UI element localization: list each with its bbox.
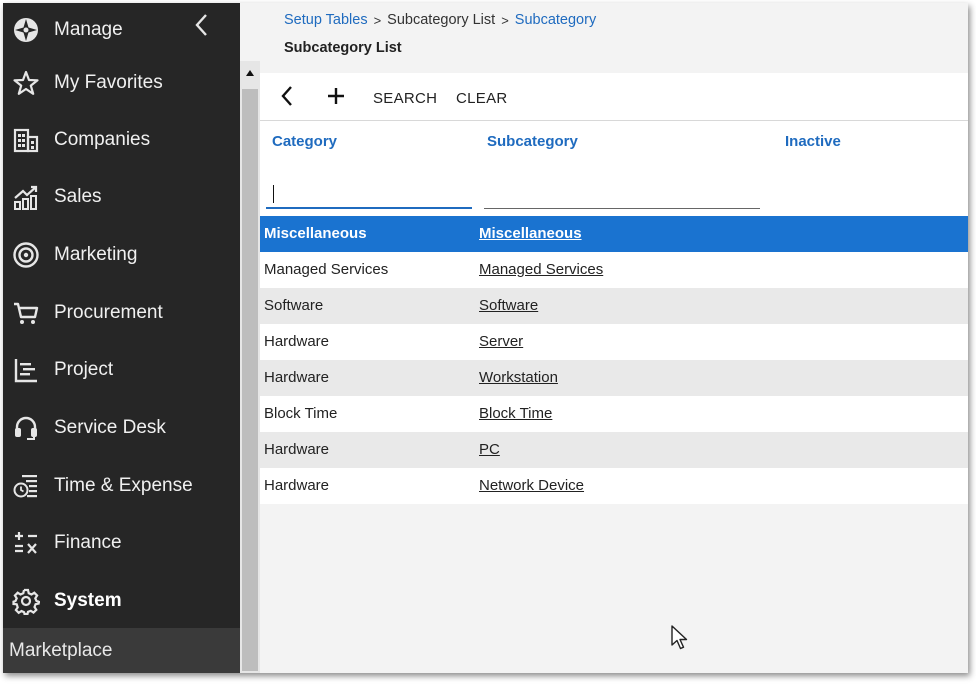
sidebar-item-time-expense[interactable]: Time & Expense xyxy=(3,461,240,511)
table-row[interactable]: Hardware Network Device xyxy=(260,468,968,504)
sidebar-item-procurement[interactable]: Procurement xyxy=(3,288,240,338)
table-row[interactable]: Hardware Workstation xyxy=(260,360,968,396)
breadcrumb: Setup Tables > Subcategory List > Subcat… xyxy=(284,12,596,28)
scroll-up-button[interactable] xyxy=(240,61,260,85)
project-list-icon xyxy=(12,356,40,384)
breadcrumb-subcategory-list: Subcategory List xyxy=(387,12,496,28)
sidebar-item-service-desk[interactable]: Service Desk xyxy=(3,403,240,453)
table-row[interactable]: Hardware Server xyxy=(260,324,968,360)
back-button[interactable] xyxy=(280,85,294,111)
table-row[interactable]: Software Software xyxy=(260,288,968,324)
sidebar-item-project[interactable]: Project xyxy=(3,345,240,395)
subcategory-table: Miscellaneous Miscellaneous Managed Serv… xyxy=(260,216,968,504)
subcategory-link[interactable]: PC xyxy=(479,441,500,458)
table-row[interactable]: Block Time Block Time xyxy=(260,396,968,432)
sidebar-item-label: Project xyxy=(54,359,114,380)
star-icon xyxy=(12,69,40,97)
sidebar-item-label: Sales xyxy=(54,186,102,207)
main-content: Setup Tables > Subcategory List > Subcat… xyxy=(260,3,968,673)
search-button-label: SEARCH xyxy=(373,89,438,107)
toolbar: SEARCH CLEAR xyxy=(260,73,968,121)
sidebar-item-companies[interactable]: Companies xyxy=(3,115,240,165)
subcategory-link[interactable]: Server xyxy=(479,333,523,350)
category-cell: Block Time xyxy=(264,405,338,422)
sidebar-item-sales[interactable]: Sales xyxy=(3,172,240,222)
subcategory-link[interactable]: Managed Services xyxy=(479,261,603,278)
sidebar-item-system[interactable]: System xyxy=(3,576,240,626)
app-window: Manage My Favorites Companies Sales Mark… xyxy=(3,3,968,673)
category-cell: Miscellaneous xyxy=(264,225,367,242)
column-header-inactive[interactable]: Inactive xyxy=(785,133,841,150)
sidebar: Manage My Favorites Companies Sales Mark… xyxy=(3,3,240,673)
sales-chart-icon xyxy=(12,183,40,211)
sidebar-item-label: System xyxy=(54,590,122,611)
clear-button[interactable]: CLEAR xyxy=(456,85,508,111)
table-row[interactable]: Miscellaneous Miscellaneous xyxy=(260,216,968,252)
sidebar-item-label: Manage xyxy=(54,19,123,40)
collapse-sidebar-button[interactable] xyxy=(189,12,213,42)
scroll-thumb[interactable] xyxy=(242,89,258,671)
sidebar-item-label: Time & Expense xyxy=(54,475,193,496)
category-cell: Hardware xyxy=(264,477,330,494)
category-cell: Software xyxy=(264,297,324,314)
column-header-category[interactable]: Category xyxy=(272,133,337,150)
sidebar-item-label: Procurement xyxy=(54,302,163,323)
compass-icon xyxy=(12,16,40,44)
category-cell: Hardware xyxy=(264,441,330,458)
clock-list-icon xyxy=(12,472,40,500)
subcategory-link[interactable]: Miscellaneous xyxy=(479,225,582,242)
sidebar-item-finance[interactable]: Finance xyxy=(3,518,240,568)
sidebar-item-my-favorites[interactable]: My Favorites xyxy=(3,58,240,108)
target-icon xyxy=(12,241,40,269)
plus-icon xyxy=(326,86,346,111)
math-ops-icon xyxy=(12,529,40,557)
category-cell: Hardware xyxy=(264,333,330,350)
sidebar-item-marketing[interactable]: Marketing xyxy=(3,230,240,280)
mouse-pointer-icon xyxy=(670,624,690,657)
table-row[interactable]: Managed Services Managed Services xyxy=(260,252,968,288)
category-cell: Hardware xyxy=(264,369,330,386)
subcategory-link[interactable]: Software xyxy=(479,297,538,314)
list-panel: SEARCH CLEAR Category Subcategory Inacti… xyxy=(260,73,968,504)
page-title: Subcategory List xyxy=(284,40,402,56)
subcategory-link[interactable]: Network Device xyxy=(479,477,584,494)
sidebar-item-label: My Favorites xyxy=(54,72,163,93)
category-filter-input[interactable] xyxy=(266,179,472,209)
gear-icon xyxy=(12,587,40,615)
subcategory-filter-input[interactable] xyxy=(484,179,760,209)
sidebar-item-label: Service Desk xyxy=(54,417,166,438)
text-caret xyxy=(273,185,274,203)
sidebar-item-label: Finance xyxy=(54,532,122,553)
add-button[interactable] xyxy=(326,85,346,111)
sidebar-scrollbar[interactable] xyxy=(240,61,260,673)
subcategory-link[interactable]: Block Time xyxy=(479,405,552,422)
breadcrumb-setup-tables[interactable]: Setup Tables xyxy=(284,12,368,28)
headset-icon xyxy=(12,414,40,442)
triangle-up-icon xyxy=(245,64,255,82)
breadcrumb-separator: > xyxy=(501,12,509,28)
sidebar-item-label: Companies xyxy=(54,129,151,150)
subcategory-link[interactable]: Workstation xyxy=(479,369,558,386)
building-icon xyxy=(12,126,40,154)
breadcrumb-separator: > xyxy=(373,12,382,28)
category-cell: Managed Services xyxy=(264,261,389,278)
table-row[interactable]: Hardware PC xyxy=(260,432,968,468)
chevron-left-icon xyxy=(280,85,294,112)
chevron-left-icon xyxy=(194,13,208,42)
search-button[interactable]: SEARCH xyxy=(373,85,437,111)
sidebar-item-label: Marketplace xyxy=(9,639,113,661)
cart-icon xyxy=(12,299,40,327)
sidebar-item-marketplace[interactable]: Marketplace xyxy=(3,628,240,673)
clear-button-label: CLEAR xyxy=(456,89,508,107)
breadcrumb-subcategory[interactable]: Subcategory xyxy=(515,12,596,28)
sidebar-item-label: Marketing xyxy=(54,244,138,265)
column-header-subcategory[interactable]: Subcategory xyxy=(487,133,578,150)
